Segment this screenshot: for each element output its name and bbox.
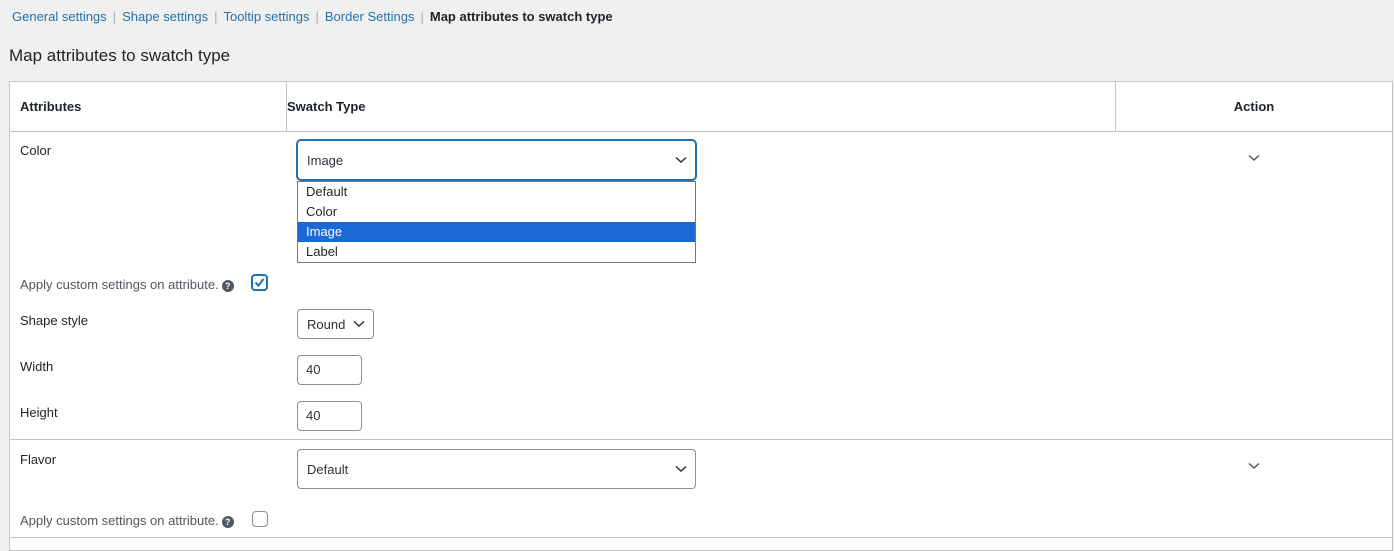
swatch-type-select-flavor[interactable]: Default [297, 449, 696, 489]
attributes-table: Attributes Swatch Type Action Color Imag… [9, 81, 1393, 551]
row-divider [10, 537, 1392, 538]
table-header: Attributes Swatch Type Action [10, 82, 1392, 132]
select-value: Round [307, 316, 346, 332]
subnav-separator: | [112, 9, 117, 24]
width-label: Width [20, 359, 54, 374]
tab-border-settings[interactable]: Border Settings [325, 9, 415, 24]
checkmark-icon [254, 278, 265, 288]
select-value: Image [307, 152, 344, 168]
height-label: Height [20, 405, 58, 420]
select-value: Default [307, 461, 349, 477]
height-input[interactable]: 40 [297, 401, 362, 431]
chevron-down-icon[interactable] [1248, 462, 1260, 470]
header-action: Action [1233, 99, 1275, 114]
custom-settings-text: Apply custom settings on attribute. [20, 277, 219, 292]
attribute-name: Flavor [20, 452, 57, 467]
option-label[interactable]: Label [298, 242, 695, 262]
tab-shape-settings[interactable]: Shape settings [122, 9, 208, 24]
header-attributes: Attributes [20, 99, 82, 114]
page-title: Map attributes to swatch type [9, 46, 231, 65]
option-default[interactable]: Default [298, 182, 695, 202]
attribute-name: Color [20, 143, 52, 158]
option-image[interactable]: Image [298, 222, 695, 242]
subnav-separator: | [420, 9, 424, 24]
shape-style-select[interactable]: Round [297, 309, 374, 339]
help-icon[interactable]: ? [221, 279, 234, 292]
custom-settings-label: Apply custom settings on attribute.? [20, 277, 234, 292]
row-divider [10, 439, 1392, 440]
tab-tooltip-settings[interactable]: Tooltip settings [223, 9, 309, 24]
custom-settings-label: Apply custom settings on attribute.? [20, 513, 234, 528]
tab-general-settings[interactable]: General settings [12, 9, 107, 24]
chevron-down-icon [675, 465, 687, 473]
custom-settings-checkbox-flavor[interactable] [252, 511, 268, 527]
swatch-type-select-color[interactable]: Image [297, 140, 696, 180]
shape-style-label: Shape style [20, 313, 88, 328]
settings-subnav: General settings | Shape settings | Tooltip … [12, 9, 613, 25]
subnav-separator: | [214, 9, 218, 24]
subnav-separator: | [315, 9, 319, 24]
swatch-type-dropdown-list: Default Color Image Label [297, 181, 696, 263]
chevron-down-icon [675, 156, 687, 164]
custom-settings-checkbox-color[interactable] [251, 274, 268, 291]
chevron-down-icon [353, 320, 365, 328]
header-swatch-type: Swatch Type [287, 99, 366, 114]
chevron-down-icon[interactable] [1248, 154, 1260, 162]
width-input[interactable]: 40 [297, 355, 362, 385]
option-color[interactable]: Color [298, 202, 695, 222]
help-icon[interactable]: ? [221, 515, 234, 528]
custom-settings-text: Apply custom settings on attribute. [20, 513, 219, 528]
tab-map-attributes-current: Map attributes to swatch type [429, 9, 613, 24]
